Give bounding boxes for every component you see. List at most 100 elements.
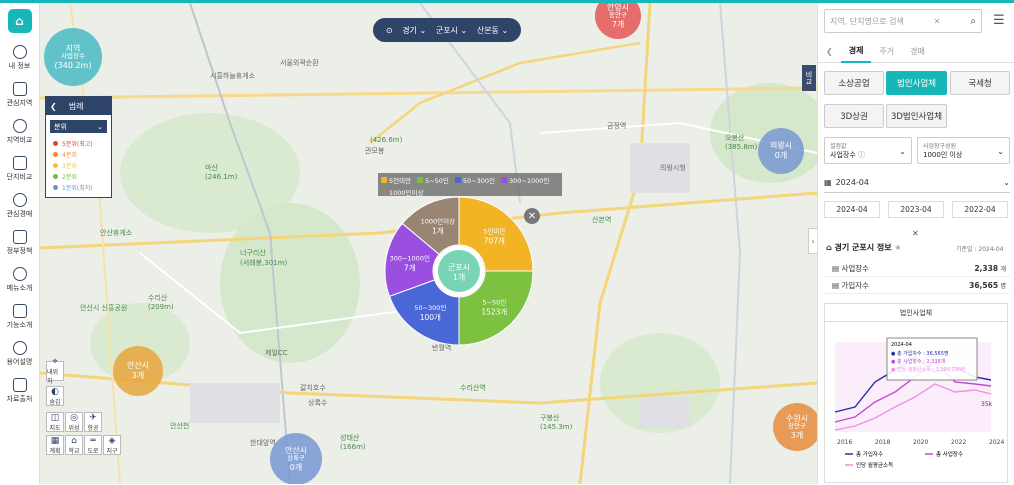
close-icon[interactable]: ✕ xyxy=(524,208,540,224)
rail-label: 기능소개 xyxy=(6,320,33,329)
map-tool-button[interactable]: ▦ 계획 xyxy=(46,435,64,455)
rail-item[interactable]: 기능소개 xyxy=(0,298,39,335)
pie-chart[interactable]: 5인미만 707개 5~50인 1523개 50~300인 100개 300~1000인 7개… xyxy=(383,195,535,347)
region-city[interactable]: 군포시 ⌄ xyxy=(436,25,467,36)
map-label: (145.3m) xyxy=(540,423,573,431)
bubble-value: 0개 xyxy=(774,151,788,160)
date-select[interactable]: ▦ 2024-04 ⌄ xyxy=(824,173,1010,193)
search-placeholder: 지역, 단지명으로 검색 xyxy=(830,16,904,26)
search-input[interactable]: 지역, 단지명으로 검색 ✕ ⌕ xyxy=(824,9,982,33)
left-rail: ⌂ 내 정보 관심지역 지역비교 단지비교 관심경매정부정책메뉴소개기능소개용어설명 자료… xyxy=(0,3,40,484)
pie-legend-label: 5인미만 xyxy=(389,177,412,185)
back-arrow-icon[interactable]: ❮ xyxy=(818,41,841,63)
map-label: 상록수 xyxy=(308,399,328,407)
map-tool-button[interactable]: ✈ 항공 xyxy=(84,412,102,432)
region-bubble[interactable]: 의왕시 0개 xyxy=(758,128,804,174)
info-title: ⌂ 경기 군포시 정보 ★ xyxy=(826,243,902,252)
bubble-sub: 사업장수 xyxy=(61,52,85,61)
rail-item[interactable]: 자료출처 xyxy=(0,372,39,409)
y-right-label: 35k xyxy=(981,401,993,408)
pie-slice-value: 707개 xyxy=(484,236,505,246)
chart-title: 법인사업체 xyxy=(825,304,1007,322)
help-icon[interactable]: ⓘ xyxy=(858,151,865,159)
rail-item[interactable]: 내 정보 xyxy=(0,39,39,76)
rail-item[interactable]: 용어설명 xyxy=(0,335,39,372)
back-arrow-icon[interactable]: ❮ xyxy=(50,102,57,111)
legend-dot xyxy=(53,152,58,157)
region-province[interactable]: 경기 ⌄ xyxy=(402,25,426,36)
rail-item[interactable]: 단지비교 xyxy=(0,150,39,187)
x-tick-label: 2020 xyxy=(913,439,928,446)
map-tool-button[interactable]: ◫ 지도 xyxy=(46,412,64,432)
tab-economy[interactable]: 경제 xyxy=(840,41,872,63)
pie-legend-item[interactable]: 300~1000인 xyxy=(501,175,549,185)
map-tool-label: 내위치 xyxy=(47,369,59,385)
legend-label: 3분위 xyxy=(62,163,77,170)
year-button[interactable]: 2023-04 xyxy=(888,201,944,218)
map-label: 금정역 xyxy=(607,122,627,130)
line-chart[interactable]: 2016 2018 2020 2022 2024 35k 2024-04 ● 총 가입자수 :… xyxy=(825,322,1007,482)
setting-select[interactable]: 설정값 사업장수 ⓘ ⌄ xyxy=(824,137,912,164)
collapse-icon[interactable]: ✕ xyxy=(912,229,919,238)
map-tool-button[interactable]: ⌂ 학교 xyxy=(65,435,83,455)
map-label: (209m) xyxy=(148,303,174,311)
star-icon[interactable]: ★ xyxy=(894,243,901,252)
rail-item[interactable]: 지역비교 xyxy=(0,113,39,150)
search-icon[interactable]: ⌕ xyxy=(970,16,976,27)
rail-label: 정부정책 xyxy=(6,246,33,255)
pie-legend-item[interactable]: 50~300인 xyxy=(454,175,495,185)
biz-small-business[interactable]: 소상공업 xyxy=(824,71,884,95)
bubble-sub: 장안구 xyxy=(788,422,806,431)
chart-legend-label: 인당 월평균소득 xyxy=(856,461,893,469)
biz-corporate[interactable]: 법인사업체 xyxy=(886,71,947,95)
pie-slice-label: 1000인이상 xyxy=(421,217,456,226)
region-dong[interactable]: 산본동 ⌄ xyxy=(477,25,508,36)
map-tool-button[interactable]: ⌖ 내위치 xyxy=(46,357,64,385)
map-label: 서울외곽순환 xyxy=(280,59,319,67)
biz-3d-corporate[interactable]: 3D법인사업체 xyxy=(886,104,947,128)
bubble-value: 3개 xyxy=(790,430,804,440)
region-bubble[interactable]: 수원시 장안구 3개 xyxy=(773,403,817,451)
info-row-businesses: ▤ 사업장수 2,338 개 xyxy=(824,261,1010,277)
map-tool-label: 지구 xyxy=(106,447,118,455)
biz-tax-office[interactable]: 국세청 xyxy=(950,71,1010,95)
rail-item[interactable]: 정부정책 xyxy=(0,224,39,261)
region-selector[interactable]: ⊙ 경기 ⌄ 군포시 ⌄ 산본동 ⌄ xyxy=(373,18,521,42)
rail-item[interactable]: 관심경매 xyxy=(0,187,39,224)
pie-legend-item[interactable]: 5인미만 xyxy=(381,175,411,185)
home-logo-icon[interactable]: ⌂ xyxy=(7,9,32,33)
region-bubble[interactable]: 지역 사업장수 (340.2m) xyxy=(44,28,102,86)
map-tool-button[interactable]: ◐ 숨김 xyxy=(46,386,64,406)
hamburger-menu-icon[interactable]: ☰ xyxy=(993,13,1005,28)
compare-toggle[interactable]: 비교 xyxy=(802,65,816,91)
clear-icon[interactable]: ✕ xyxy=(934,17,941,26)
map-tool-button[interactable]: ◎ 위성 xyxy=(65,412,83,432)
tab-auction[interactable]: 경매 xyxy=(902,41,933,63)
chevron-down-icon: ⌄ xyxy=(1003,178,1010,187)
map-tool-icon: ═ xyxy=(90,435,96,446)
legend-dot xyxy=(53,141,58,146)
map-tool-button[interactable]: ═ 도로 xyxy=(84,435,102,455)
bubble-name: 안산시 xyxy=(126,361,150,371)
legend-row: 4분위 xyxy=(46,149,111,160)
pie-slice-value: 7개 xyxy=(404,262,416,272)
year-button[interactable]: 2024-04 xyxy=(824,201,880,218)
tab-housing[interactable]: 주거 xyxy=(871,41,902,63)
pie-slice-label: 50~300인 xyxy=(414,303,446,312)
rail-item[interactable]: 관심지역 xyxy=(0,76,39,113)
panel-collapse-arrow[interactable]: › xyxy=(808,228,817,254)
legend-select[interactable]: 분위 ⌄ xyxy=(50,120,107,133)
map-tool-icon: ◈ xyxy=(108,435,116,446)
map-tool-icon: ▦ xyxy=(50,435,60,446)
pie-legend-swatch xyxy=(381,177,387,183)
rail-item[interactable]: 메뉴소개 xyxy=(0,261,39,298)
biz-3d-district[interactable]: 3D상권 xyxy=(824,104,884,128)
pie-legend-item[interactable]: 5~50인 xyxy=(417,175,449,185)
map-tool-button[interactable]: ◈ 지구 xyxy=(103,435,121,455)
member-size-select[interactable]: 사업장구성원 1000인 이상 ⌄ xyxy=(917,137,1010,164)
year-button[interactable]: 2022-04 xyxy=(952,201,1008,218)
bubble-value: 0개 xyxy=(289,462,303,472)
map-area[interactable]: 서울외곽순환 시흥하늘휴게소 마산 (246.1m) 안산휴게소 안산시 신흥공원 수리산(… xyxy=(40,3,817,484)
region-bubble[interactable]: 안산시 3개 xyxy=(113,346,163,396)
region-bubble[interactable]: 안산시 상록구 0개 xyxy=(270,433,322,484)
